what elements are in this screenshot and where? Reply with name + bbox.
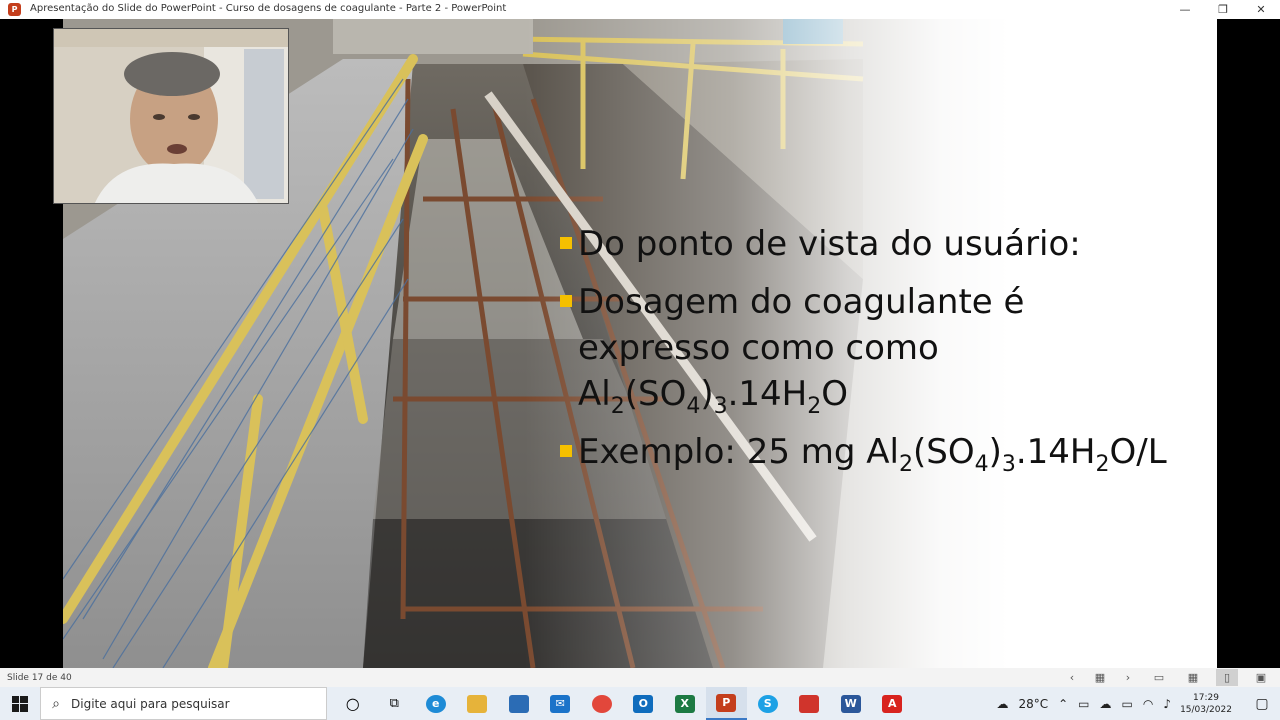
windows-logo-icon [12, 695, 28, 712]
bullet-list: Do ponto de vista do usuário: Dosagem do… [558, 221, 1208, 487]
close-button[interactable]: ✕ [1242, 0, 1280, 19]
webcam-feed [54, 29, 288, 203]
slide-counter: Slide 17 de 40 [7, 672, 72, 683]
reading-view-icon[interactable]: ▯ [1216, 669, 1238, 686]
onedrive-icon[interactable]: ☁ [1095, 697, 1117, 711]
window-title: Apresentação do Slide do PowerPoint - Cu… [30, 3, 507, 14]
skype-icon[interactable]: S [747, 687, 789, 720]
cortana-icon[interactable]: ○ [332, 687, 374, 720]
flashcard-app-icon[interactable] [789, 687, 831, 720]
search-placeholder: Digite aqui para pesquisar [71, 696, 230, 711]
clock[interactable]: 17:29 15/03/2022 [1176, 692, 1236, 716]
notification-icon[interactable]: ▢ [1244, 687, 1280, 720]
bullet-text: Dosagem do coagulante é [578, 282, 1025, 322]
status-bar: Slide 17 de 40 ‹ ▦ › ▭ ▦ ▯ ▣ [0, 668, 1280, 687]
store-icon[interactable] [498, 687, 540, 720]
title-bar: P Apresentação do Slide do PowerPoint - … [0, 0, 1280, 19]
wifi-icon[interactable]: ◠ [1138, 697, 1158, 711]
edge-icon[interactable]: e [415, 687, 457, 720]
maximize-button[interactable]: ❐ [1204, 0, 1242, 19]
windows-taskbar: ⌕ Digite aqui para pesquisar ○ ⧉ e ✉ O X… [0, 687, 1280, 720]
word-icon[interactable]: W [830, 687, 872, 720]
powerpoint-icon[interactable]: P [705, 687, 747, 720]
temperature[interactable]: 28°C [1013, 697, 1053, 711]
presenter-webcam [53, 28, 289, 204]
clock-date: 15/03/2022 [1180, 704, 1232, 715]
taskbar-search-box[interactable]: ⌕ Digite aqui para pesquisar [40, 687, 327, 720]
acrobat-icon[interactable]: A [872, 687, 914, 720]
chrome-icon[interactable] [581, 687, 623, 720]
slide-menu-icon[interactable]: ▦ [1092, 670, 1108, 686]
taskbar-apps: ○ ⧉ e ✉ O X P S W A [332, 687, 913, 720]
powerpoint-app-icon[interactable]: P [8, 3, 21, 16]
bullet-text: expresso como como [578, 328, 939, 368]
weather-icon[interactable]: ☁ [991, 697, 1013, 711]
clock-time: 17:29 [1193, 692, 1219, 703]
example-text: Exemplo: 25 mg Al2(SO4)3.14H2O/L [578, 432, 1167, 477]
battery-icon[interactable]: ▭ [1117, 697, 1138, 711]
meet-now-icon[interactable]: ▭ [1073, 697, 1094, 711]
system-tray: ☁ 28°C ⌃ ▭ ☁ ▭ ◠ ♪ 17:29 15/03/2022 ▢ [991, 687, 1280, 720]
excel-icon[interactable]: X [664, 687, 706, 720]
task-view-icon[interactable]: ⧉ [374, 687, 416, 720]
file-explorer-icon[interactable] [457, 687, 499, 720]
slideshow-area: Do ponto de vista do usuário: Dosagem do… [0, 19, 1280, 668]
search-icon: ⌕ [52, 695, 60, 712]
status-controls: ‹ ▦ › ▭ ▦ ▯ ▣ [1064, 668, 1272, 687]
formula: Al2(SO4)3.14H2O [578, 374, 848, 419]
volume-icon[interactable]: ♪ [1158, 697, 1176, 711]
start-button[interactable] [0, 687, 40, 720]
slideshow-icon[interactable]: ▣ [1250, 669, 1272, 686]
show-hidden-icons[interactable]: ⌃ [1053, 697, 1073, 711]
bullet-user-view: Do ponto de vista do usuário: [558, 221, 1208, 267]
outlook-icon[interactable]: O [623, 687, 665, 720]
bullet-dosage: Dosagem do coagulante é expresso como co… [558, 279, 1208, 419]
bullet-example: Exemplo: 25 mg Al2(SO4)3.14H2O/L [558, 429, 1208, 477]
bullet-text: Do ponto de vista do usuário: [578, 224, 1081, 264]
minimize-button[interactable]: — [1166, 0, 1204, 19]
next-slide-button[interactable]: › [1120, 670, 1136, 686]
window-controls: — ❐ ✕ [1166, 0, 1280, 19]
previous-slide-button[interactable]: ‹ [1064, 670, 1080, 686]
normal-view-icon[interactable]: ▭ [1148, 669, 1170, 686]
mail-icon[interactable]: ✉ [540, 687, 582, 720]
slide-sorter-icon[interactable]: ▦ [1182, 669, 1204, 686]
